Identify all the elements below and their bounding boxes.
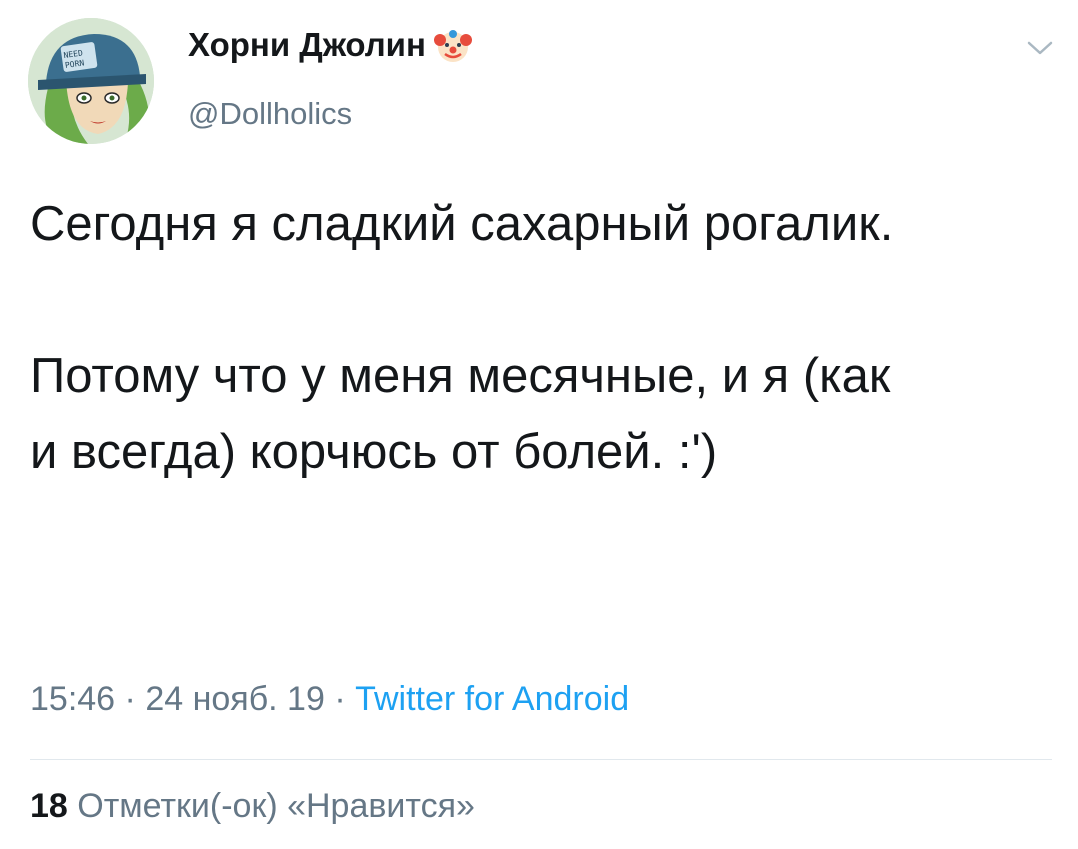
likes-count: 18 (30, 787, 68, 825)
tweet-date: 24 нояб. 19 (145, 680, 325, 718)
meta-separator: · (124, 680, 136, 718)
likes-stat[interactable]: 18 Отметки(-ок) «Нравится» (30, 787, 475, 826)
likes-label: Отметки(-ок) «Нравится» (77, 787, 475, 825)
tweet-time: 15:46 (30, 680, 116, 718)
tweet-card: NEED PORN Хорни Джолин @Dollholics Сегод… (0, 0, 1078, 849)
avatar-image: NEED PORN (28, 18, 154, 144)
avatar[interactable]: NEED PORN (28, 18, 154, 144)
chevron-down-icon[interactable] (1026, 38, 1054, 58)
user-handle[interactable]: @Dollholics (188, 96, 352, 132)
clown-face-icon (433, 26, 472, 64)
tweet-meta: 15:46 · 24 нояб. 19 · Twitter for Androi… (30, 680, 629, 719)
display-name-text: Хорни Джолин (188, 26, 426, 63)
display-name[interactable]: Хорни Джолин (188, 26, 472, 64)
meta-separator: · (334, 680, 346, 718)
tweet-text: Сегодня я сладкий сахарный рогалик. Пото… (30, 186, 1030, 490)
divider (30, 759, 1052, 760)
tweet-source-link[interactable]: Twitter for Android (355, 680, 629, 718)
tweet-paragraph-2: Потому что у меня месячные, и я (как и в… (30, 349, 891, 479)
tweet-paragraph-1: Сегодня я сладкий сахарный рогалик. (30, 197, 894, 251)
